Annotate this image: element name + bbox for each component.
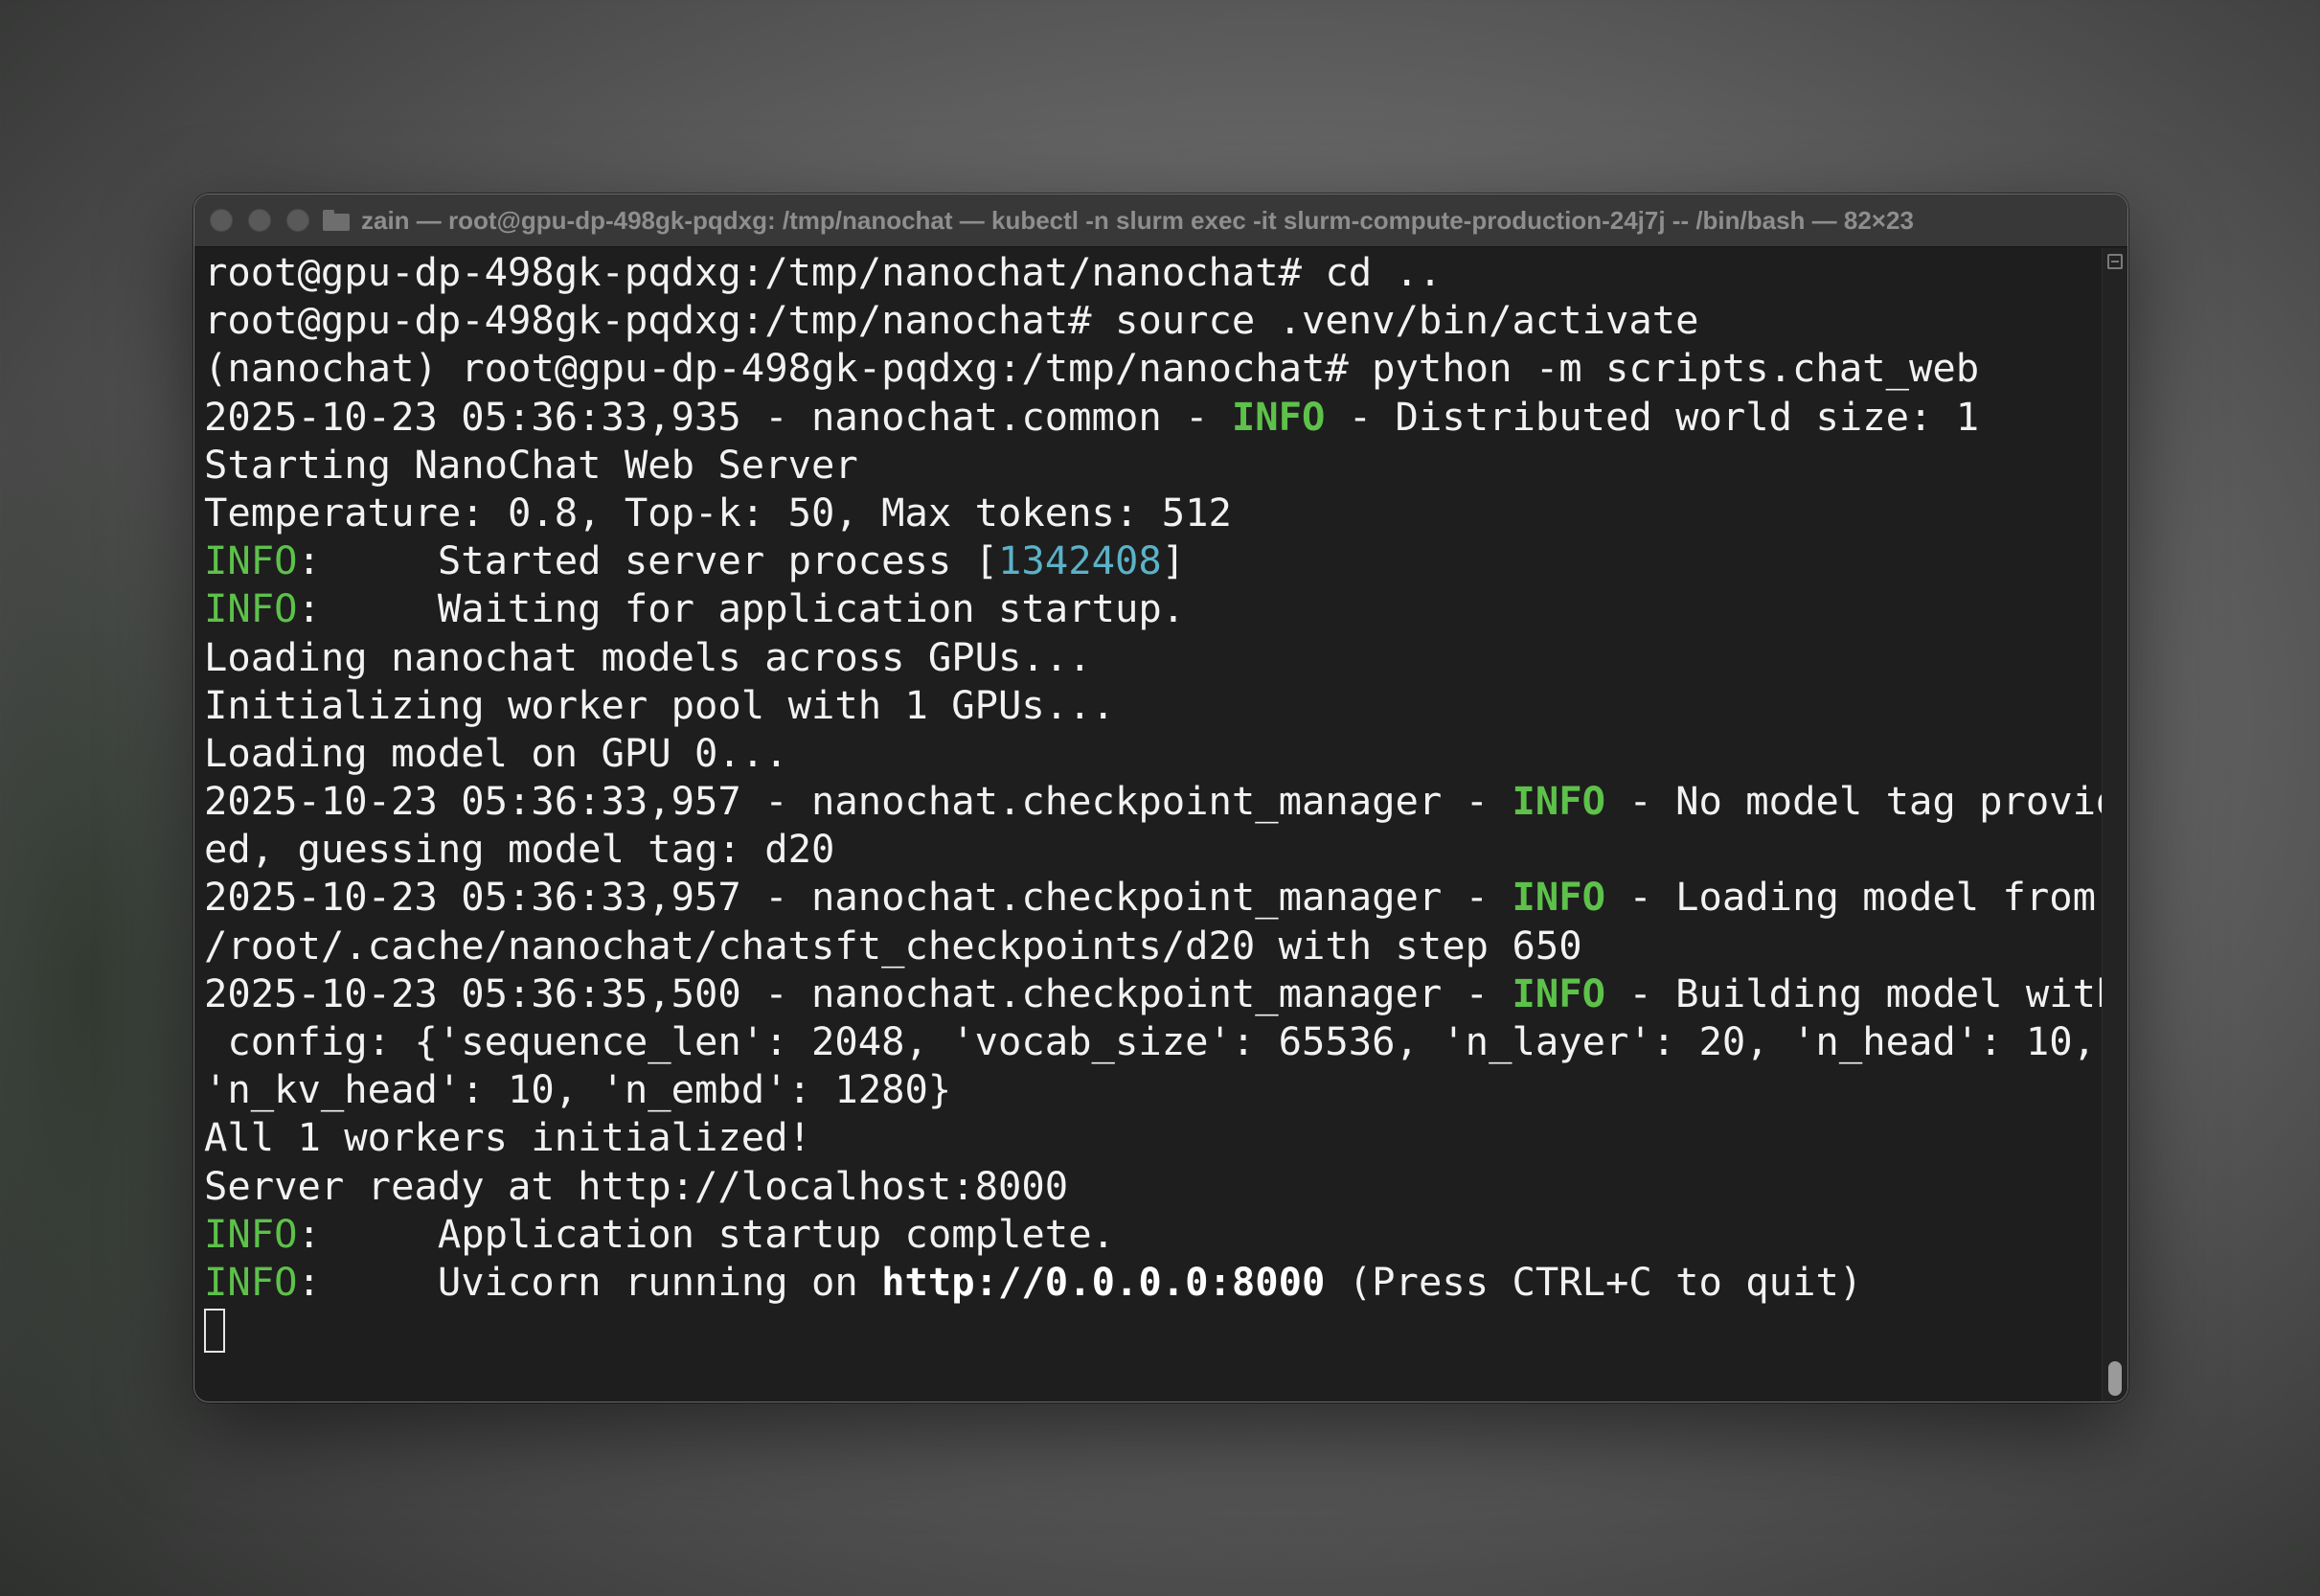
zoom-button[interactable] (286, 209, 309, 232)
log-level-info: INFO (204, 1210, 298, 1257)
terminal-line: Server ready at http://localhost:8000 (204, 1162, 1069, 1209)
terminal-line: Initializing worker pool with 1 GPUs... (204, 681, 1115, 728)
folder-icon (323, 210, 350, 231)
log-level-info: INFO (1231, 393, 1326, 440)
terminal-output[interactable]: root@gpu-dp-498gk-pqdxg:/tmp/nanochat/na… (204, 248, 2120, 1402)
terminal-line: Temperature: 0.8, Top-k: 50, Max tokens:… (204, 489, 1232, 536)
terminal-line: INFO: Application startup complete. (204, 1210, 1115, 1257)
terminal-line: 2025-10-23 05:36:35,500 - nanochat.check… (204, 969, 2120, 1016)
terminal-line: 'n_kv_head': 10, 'n_embd': 1280} (204, 1066, 952, 1113)
window-title: zain — root@gpu-dp-498gk-pqdxg: /tmp/nan… (361, 205, 1914, 235)
terminal-line: 2025-10-23 05:36:33,957 - nanochat.check… (204, 778, 2120, 825)
terminal-line: /root/.cache/nanochat/chatsft_checkpoint… (204, 922, 1582, 969)
minimize-button[interactable] (248, 209, 271, 232)
terminal-line: Starting NanoChat Web Server (204, 441, 858, 488)
terminal-line: INFO: Started server process [1342408] (204, 537, 1186, 584)
terminal-line: 2025-10-23 05:36:33,935 - nanochat.commo… (204, 393, 1980, 440)
terminal-line: root@gpu-dp-498gk-pqdxg:/tmp/nanochat/na… (204, 249, 1443, 295)
close-button[interactable] (210, 209, 233, 232)
terminal-line: 2025-10-23 05:36:33,957 - nanochat.check… (204, 874, 2097, 921)
terminal-prompt-line[interactable] (204, 1306, 2099, 1354)
log-level-info: INFO (204, 1258, 298, 1305)
log-level-info: INFO (204, 585, 298, 632)
terminal-line: config: {'sequence_len': 2048, 'vocab_si… (204, 1018, 2097, 1064)
vertical-scrollbar[interactable] (2102, 248, 2127, 1402)
scroll-marks-icon[interactable] (2107, 254, 2123, 269)
title-bar[interactable]: zain — root@gpu-dp-498gk-pqdxg: /tmp/nan… (194, 194, 2127, 247)
terminal-window: zain — root@gpu-dp-498gk-pqdxg: /tmp/nan… (193, 194, 2128, 1402)
log-level-info: INFO (1512, 778, 1605, 825)
terminal-line: INFO: Waiting for application startup. (204, 585, 1186, 632)
scrollbar-thumb[interactable] (2108, 1361, 2122, 1396)
terminal-line: All 1 workers initialized! (204, 1114, 811, 1161)
log-level-info: INFO (1512, 874, 1605, 921)
text-cursor (204, 1309, 225, 1354)
process-id: 1342408 (998, 537, 1162, 584)
terminal-line: INFO: Uvicorn running on http://0.0.0.0:… (204, 1258, 1863, 1305)
log-level-info: INFO (1512, 969, 1605, 1016)
log-level-info: INFO (204, 537, 298, 584)
terminal-line: root@gpu-dp-498gk-pqdxg:/tmp/nanochat# s… (204, 297, 1699, 344)
terminal-line: Loading model on GPU 0... (204, 729, 788, 776)
terminal-line: Loading nanochat models across GPUs... (204, 633, 1092, 680)
terminal-line: (nanochat) root@gpu-dp-498gk-pqdxg:/tmp/… (204, 345, 1980, 392)
server-url: http://0.0.0.0:8000 (881, 1258, 1326, 1305)
terminal-line: ed, guessing model tag: d20 (204, 826, 835, 873)
traffic-lights (210, 209, 309, 232)
